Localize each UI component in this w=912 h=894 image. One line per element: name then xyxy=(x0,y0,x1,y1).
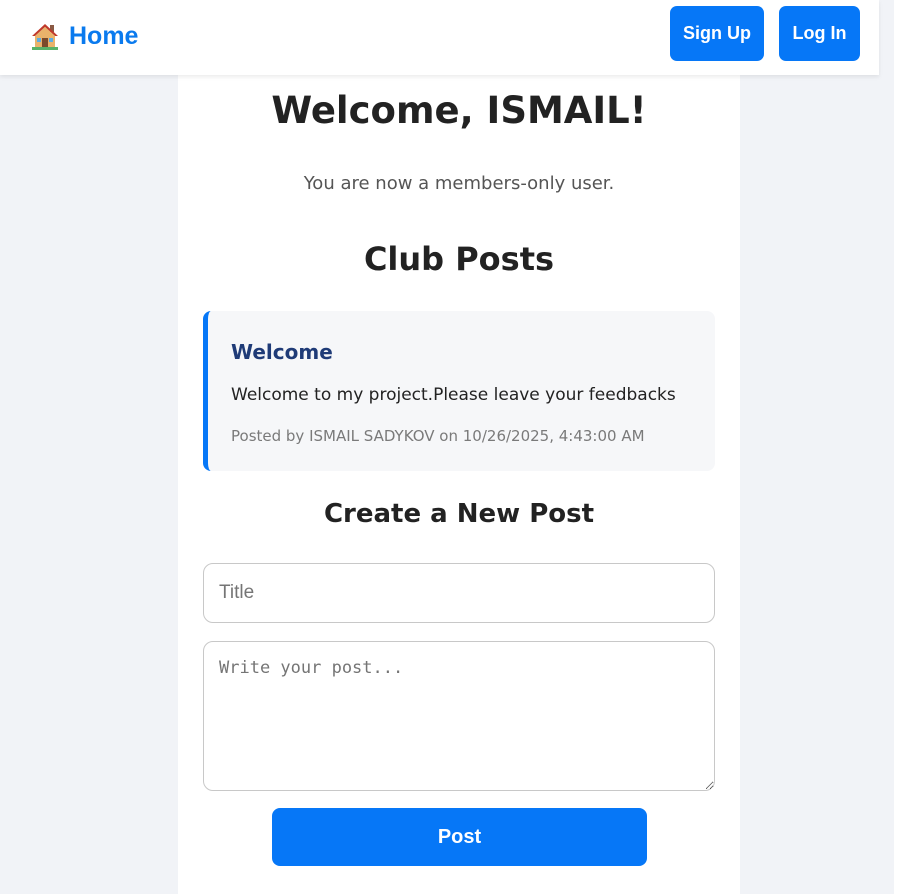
create-post-heading: Create a New Post xyxy=(323,499,595,529)
post-body: Welcome to my project.Please leave your … xyxy=(231,385,676,405)
post-submit-button[interactable]: Post xyxy=(272,808,647,866)
home-link[interactable]: Home xyxy=(30,19,138,53)
home-link-label: Home xyxy=(69,21,139,50)
house-icon xyxy=(30,22,60,50)
main-card: Welcome, ISMAIL! You are now a members-o… xyxy=(178,75,740,894)
top-navbar: Home Sign Up Log In xyxy=(0,0,879,75)
post-meta: Posted by ISMAIL SADYKOV on 10/26/2025, … xyxy=(231,427,645,445)
log-in-button[interactable]: Log In xyxy=(779,6,860,61)
post-title: Welcome xyxy=(231,340,333,364)
post-title-input[interactable] xyxy=(203,563,715,623)
post-card: Welcome Welcome to my project.Please lea… xyxy=(203,311,715,471)
sign-up-button[interactable]: Sign Up xyxy=(670,6,764,61)
scrollbar-track xyxy=(894,0,912,894)
member-status-text: You are now a members-only user. xyxy=(303,173,615,194)
post-body-textarea[interactable] xyxy=(203,641,715,791)
welcome-heading: Welcome, ISMAIL! xyxy=(271,89,647,132)
club-posts-heading: Club Posts xyxy=(363,240,555,278)
